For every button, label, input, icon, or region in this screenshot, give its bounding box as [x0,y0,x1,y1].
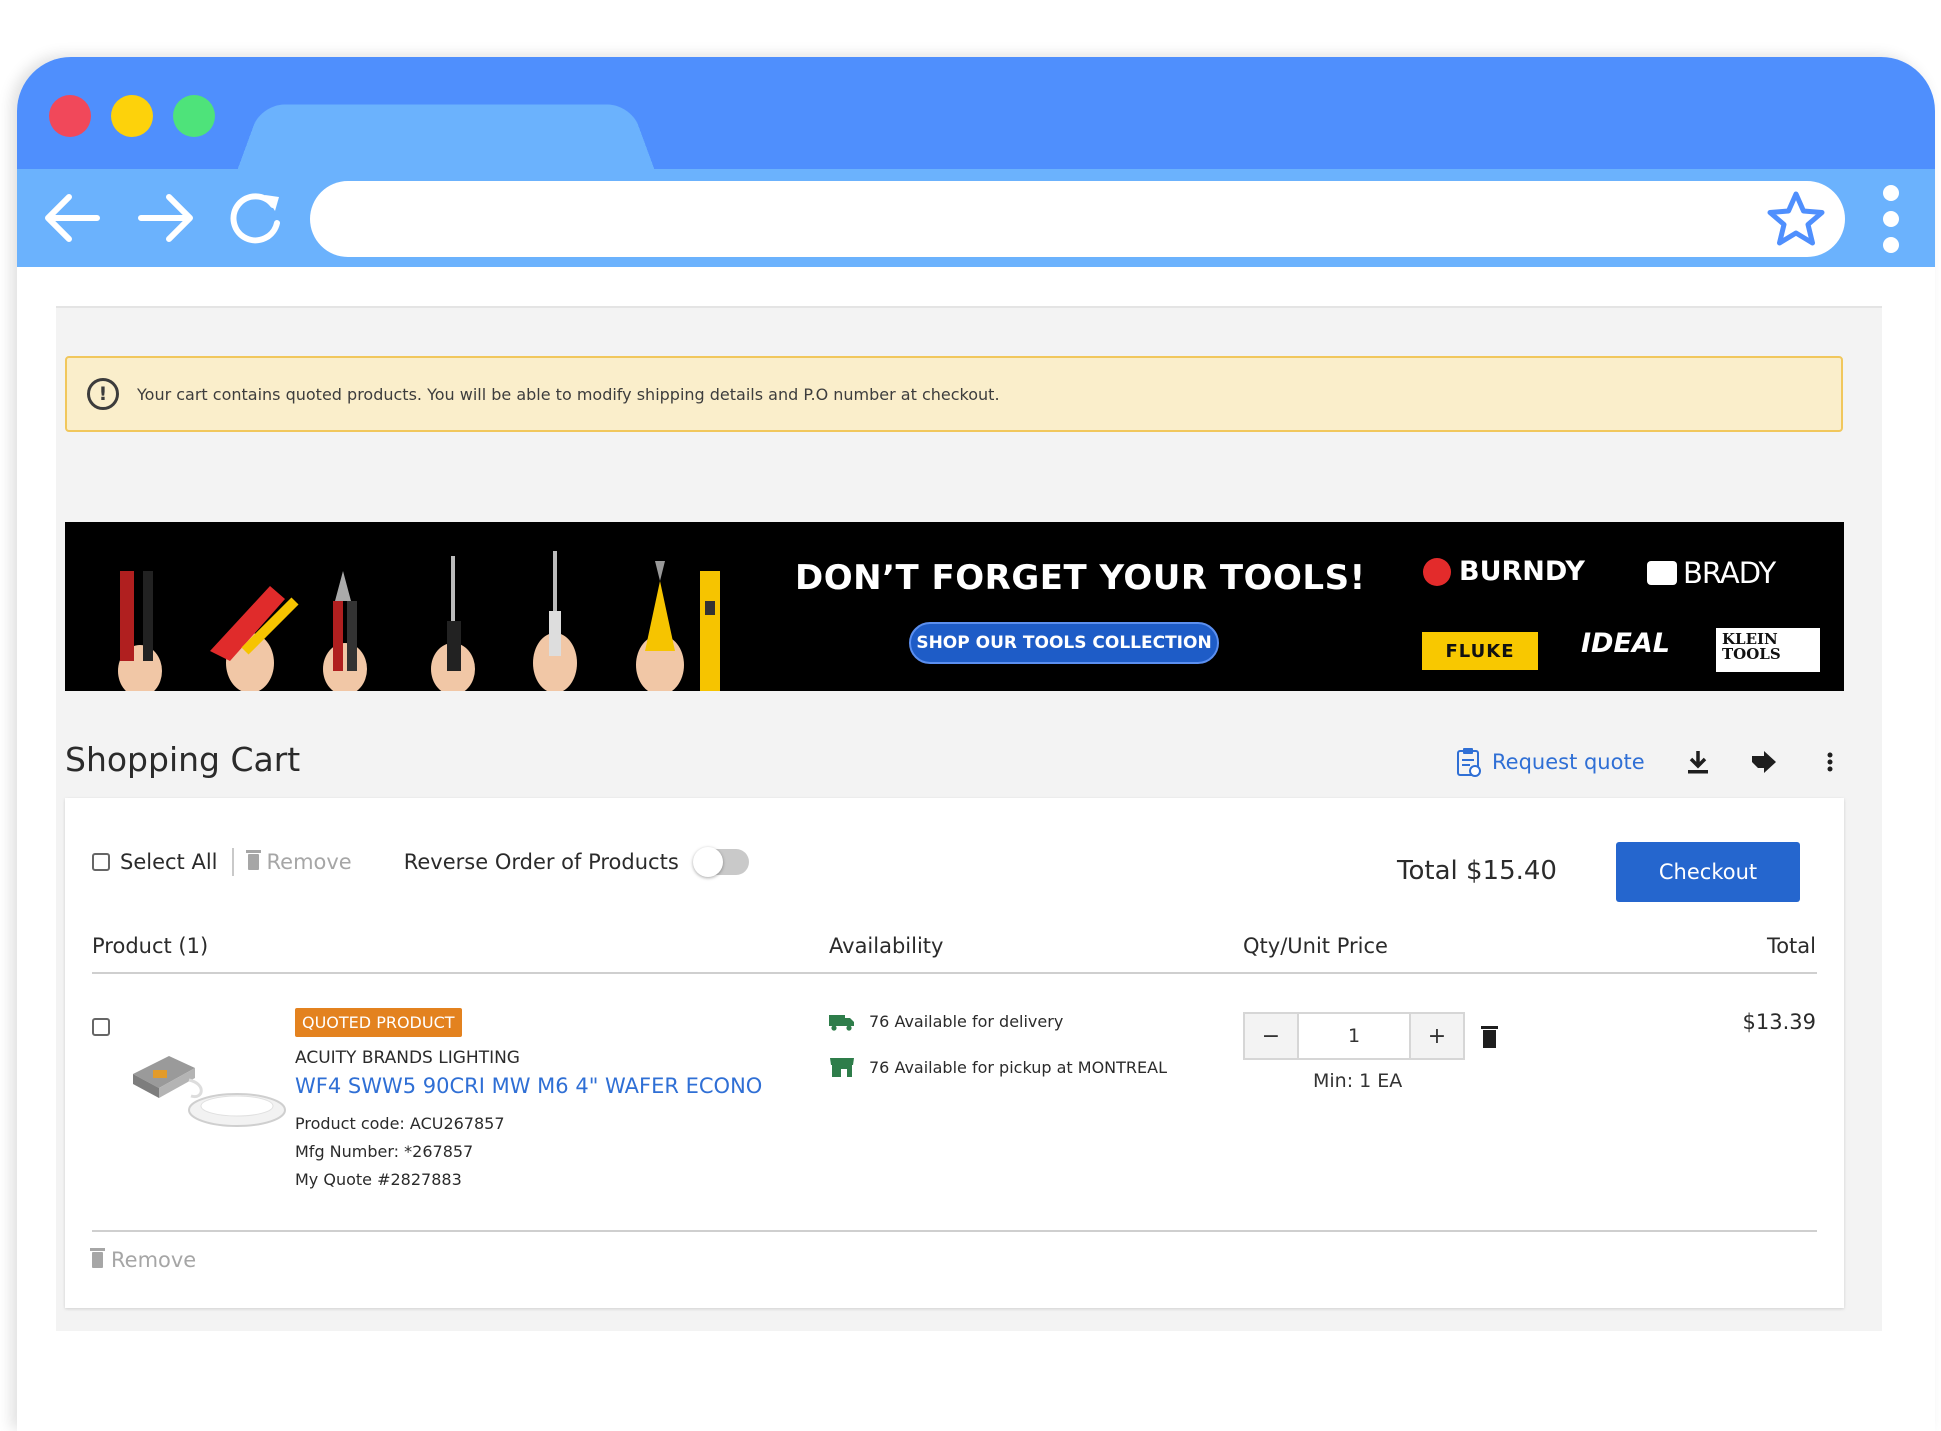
store-icon [830,1058,854,1077]
more-options-icon[interactable] [1813,745,1847,779]
availability-column-header: Availability [829,934,944,958]
page-title: Shopping Cart [65,740,301,779]
tools-image [118,551,720,691]
qty-price-column-header: Qty/Unit Price [1243,934,1388,958]
mfg-number: Mfg Number: *267857 [295,1142,474,1161]
bookmark-star-icon[interactable] [1765,189,1827,249]
increase-qty-button[interactable]: + [1411,1014,1463,1058]
pickup-availability: 76 Available for pickup at MONTREAL [829,1056,1167,1078]
alert-text: Your cart contains quoted products. You … [137,384,1000,404]
browser-tab-bar [17,57,1935,171]
browser-menu-icon[interactable] [1883,185,1901,253]
shop-tools-button[interactable]: SHOP OUR TOOLS COLLECTION [909,622,1219,664]
info-circle-icon: ! [87,378,119,410]
quote-number: My Quote #2827883 [295,1170,462,1189]
quoted-product-badge: QUOTED PRODUCT [295,1008,462,1037]
minimize-window-button[interactable] [111,95,153,137]
cart-controls: Select All Remove Reverse Order of Produ… [92,847,749,877]
product-image[interactable] [129,1034,289,1138]
share-cart-icon[interactable] [1747,745,1781,779]
forward-arrow-icon[interactable] [133,189,199,247]
burndy-logo: BURNDY [1423,556,1585,587]
trash-icon [245,850,261,870]
back-arrow-icon[interactable] [39,189,105,247]
request-quote-link[interactable]: Request quote [1456,747,1645,777]
ideal-logo: IDEAL [1581,628,1671,659]
qty-input[interactable]: 1 [1297,1014,1411,1058]
fluke-logo: FLUKE [1422,632,1538,670]
min-quantity: Min: 1 EA [1313,1070,1403,1092]
quantity-stepper: − 1 + [1243,1012,1465,1060]
address-bar[interactable] [310,181,1845,257]
decrease-qty-button[interactable]: − [1245,1014,1297,1058]
browser-toolbar [17,169,1935,267]
klein-tools-logo: KLEIN TOOLS [1716,628,1820,672]
header-divider [92,972,1817,974]
total-column-header: Total [1766,934,1816,958]
cart-total: Total $15.40 [1397,856,1557,886]
cart-actions: Request quote [1456,740,1879,784]
product-column-header: Product (1) [92,934,209,958]
trash-icon [90,1248,105,1268]
item-total: $13.39 [1742,1010,1816,1034]
brady-logo: BRADY [1647,556,1776,590]
delivery-availability: 76 Available for delivery [829,1012,1063,1031]
tools-promo-banner[interactable]: DON’T FORGET YOUR TOOLS! SHOP OUR TOOLS … [65,522,1844,691]
delete-item-icon[interactable] [1481,1026,1498,1048]
banner-title: DON’T FORGET YOUR TOOLS! [795,558,1366,598]
product-code: Product code: ACU267857 [295,1114,505,1133]
reload-icon[interactable] [225,189,291,247]
close-window-button[interactable] [49,95,91,137]
request-quote-label: Request quote [1492,750,1645,774]
cart-card: Select All Remove Reverse Order of Produ… [65,798,1844,1308]
quoted-products-alert: ! Your cart contains quoted products. Yo… [65,356,1843,432]
product-name-link[interactable]: WF4 SWW5 90CRI MW M6 4" WAFER ECONO [295,1074,762,1098]
product-brand: ACUITY BRANDS LIGHTING [295,1048,520,1068]
remove-selected-button[interactable]: Remove [245,850,352,874]
browser-tab[interactable] [237,104,655,171]
select-all-checkbox[interactable] [92,853,110,871]
download-icon[interactable] [1681,745,1715,779]
truck-icon [829,1014,854,1031]
reverse-order-label: Reverse Order of Products [403,850,679,874]
cart-page: ! Your cart contains quoted products. Yo… [56,306,1882,1331]
remove-button-bottom[interactable]: Remove [90,1248,196,1272]
item-divider [92,1230,1817,1232]
maximize-window-button[interactable] [173,95,215,137]
clipboard-icon [1457,748,1481,777]
reverse-order-toggle[interactable] [692,847,749,877]
divider [231,848,234,876]
select-all-label[interactable]: Select All [120,850,218,874]
checkout-button[interactable]: Checkout [1616,842,1800,902]
item-checkbox[interactable] [92,1018,110,1036]
